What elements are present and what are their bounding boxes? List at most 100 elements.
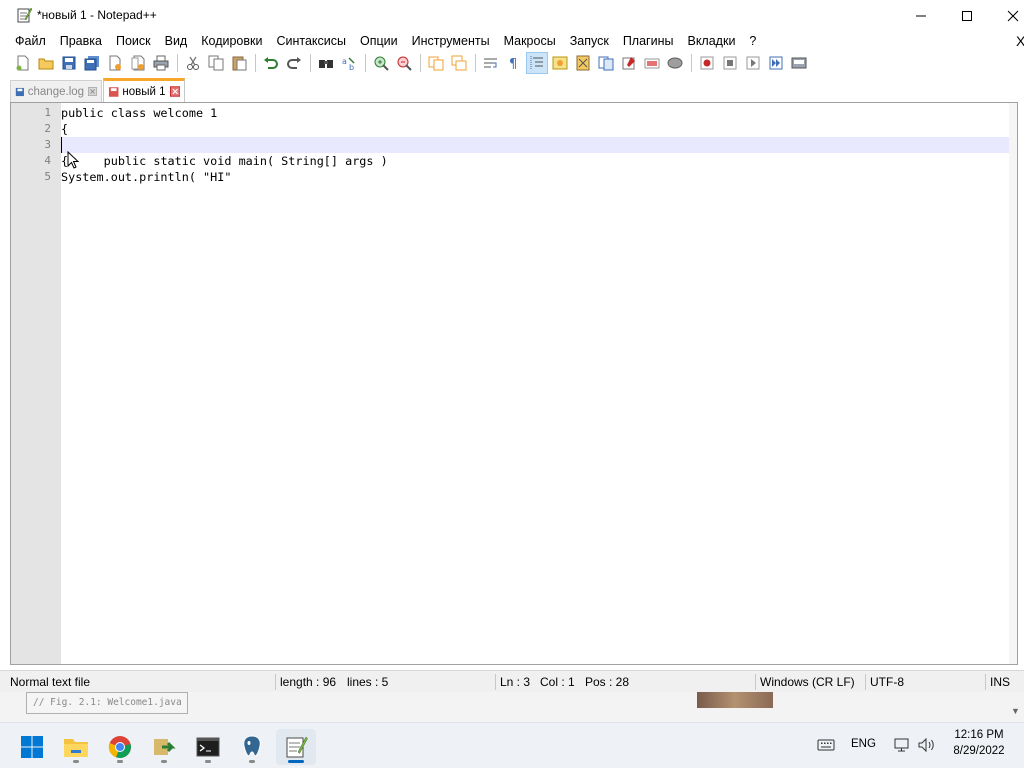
menu-plugins[interactable]: Плагины	[616, 31, 681, 51]
play-macro-button[interactable]	[742, 52, 764, 74]
line-number: 5	[44, 170, 51, 183]
close-document-button[interactable]: X	[1016, 31, 1024, 51]
record-macro-icon	[700, 56, 714, 70]
open-file-button[interactable]	[35, 52, 57, 74]
folder-workspace-button[interactable]	[618, 52, 640, 74]
save-all-button[interactable]	[81, 52, 103, 74]
menu-macro[interactable]: Макросы	[497, 31, 563, 51]
close-window-button[interactable]	[990, 0, 1024, 31]
toolbar: ab ¶	[0, 51, 1024, 75]
menu-search[interactable]: Поиск	[109, 31, 158, 51]
new-file-button[interactable]	[12, 52, 34, 74]
paste-button[interactable]	[228, 52, 250, 74]
menu-help[interactable]: ?	[742, 31, 763, 51]
copy-button[interactable]	[205, 52, 227, 74]
find-button[interactable]	[315, 52, 337, 74]
replace-button[interactable]: ab	[338, 52, 360, 74]
menu-tools[interactable]: Инструменты	[405, 31, 497, 51]
function-list-button[interactable]	[595, 52, 617, 74]
monitoring-button[interactable]	[641, 52, 663, 74]
find-icon	[319, 60, 333, 68]
app-arrow-icon	[154, 739, 176, 755]
menu-run[interactable]: Запуск	[563, 31, 616, 51]
print-button[interactable]	[150, 52, 172, 74]
cut-icon	[187, 56, 199, 70]
menu-file[interactable]: Файл	[8, 31, 53, 51]
replace-icon: ab	[342, 57, 355, 71]
clock-date[interactable]: 8/29/2022	[944, 745, 1014, 757]
save-macro-button[interactable]	[788, 52, 810, 74]
menu-encoding[interactable]: Кодировки	[194, 31, 269, 51]
running-indicator	[205, 760, 211, 763]
scroll-down-arrow-icon[interactable]: ▼	[1011, 706, 1020, 716]
menu-language[interactable]: Синтаксисы	[269, 31, 353, 51]
running-indicator	[288, 760, 304, 763]
tab-new-1[interactable]: новый 1	[103, 78, 185, 102]
language-indicator[interactable]: ENG	[851, 738, 876, 750]
clock-time[interactable]: 12:16 PM	[944, 729, 1014, 741]
volume-icon[interactable]	[917, 736, 937, 754]
vertical-scrollbar[interactable]	[1009, 103, 1017, 664]
indent-guide-button[interactable]	[526, 52, 548, 74]
taskbar-chrome[interactable]	[100, 729, 140, 765]
tab-change-log[interactable]: change.log	[10, 80, 102, 102]
run-macro-multiple-icon	[769, 56, 783, 70]
network-icon[interactable]	[893, 736, 911, 754]
menu-settings[interactable]: Опции	[353, 31, 405, 51]
start-button[interactable]	[12, 729, 52, 765]
keyboard-icon[interactable]	[817, 738, 835, 752]
close-button[interactable]	[104, 52, 126, 74]
background-thumbnail	[697, 692, 773, 708]
menu-edit[interactable]: Правка	[53, 31, 109, 51]
redo-button[interactable]	[283, 52, 305, 74]
maximize-button[interactable]	[944, 0, 990, 31]
close-tab-icon[interactable]	[169, 86, 180, 97]
close-icon	[1007, 10, 1019, 21]
sync-horizontal-button[interactable]	[448, 52, 470, 74]
close-all-button[interactable]	[127, 52, 149, 74]
taskbar-terminal[interactable]	[188, 729, 228, 765]
stop-macro-button[interactable]	[719, 52, 741, 74]
close-all-icon	[131, 55, 145, 71]
taskbar-app[interactable]	[144, 729, 184, 765]
open-file-icon	[38, 58, 54, 70]
run-macro-multiple-button[interactable]	[765, 52, 787, 74]
status-length: length : 96	[280, 675, 337, 689]
doc-map-button[interactable]	[572, 52, 594, 74]
eye-button[interactable]	[664, 52, 686, 74]
close-tab-icon[interactable]	[88, 86, 97, 97]
zoom-in-button[interactable]	[370, 52, 392, 74]
toolbar-separator	[420, 54, 421, 72]
mouse-pointer-icon	[67, 151, 80, 169]
sync-vertical-icon	[428, 56, 444, 71]
minimize-button[interactable]	[898, 0, 944, 31]
taskbar-postgres[interactable]	[232, 729, 272, 765]
undo-button[interactable]	[260, 52, 282, 74]
sync-horizontal-icon	[451, 55, 467, 71]
record-macro-button[interactable]	[696, 52, 718, 74]
word-wrap-icon	[484, 58, 497, 68]
menu-view[interactable]: Вид	[158, 31, 195, 51]
indent-guide-icon	[530, 56, 543, 70]
udl-button[interactable]	[549, 52, 571, 74]
code-area[interactable]: public class welcome 1 { public static v…	[61, 103, 1017, 664]
play-macro-icon	[746, 56, 760, 70]
save-button[interactable]	[58, 52, 80, 74]
menu-window[interactable]: Вкладки	[680, 31, 742, 51]
maximize-icon	[962, 10, 972, 21]
zoom-out-button[interactable]	[393, 52, 415, 74]
background-code-snippet: // Fig. 2.1: Welcome1.java	[26, 692, 188, 714]
chrome-icon	[108, 736, 131, 759]
menu-bar: Файл Правка Поиск Вид Кодировки Синтакси…	[0, 31, 1024, 51]
word-wrap-button[interactable]	[480, 52, 502, 74]
toolbar-separator	[365, 54, 366, 72]
running-indicator	[117, 760, 123, 763]
unsaved-file-icon	[108, 86, 119, 97]
taskbar-notepadpp[interactable]	[276, 729, 316, 765]
sync-vertical-button[interactable]	[425, 52, 447, 74]
taskbar-file-explorer[interactable]	[56, 729, 96, 765]
show-all-chars-button[interactable]: ¶	[503, 52, 525, 74]
text-caret	[61, 137, 62, 153]
cut-button[interactable]	[182, 52, 204, 74]
editor-pane[interactable]: 1 2 3 4 5 public class welcome 1 { publi…	[10, 102, 1018, 665]
